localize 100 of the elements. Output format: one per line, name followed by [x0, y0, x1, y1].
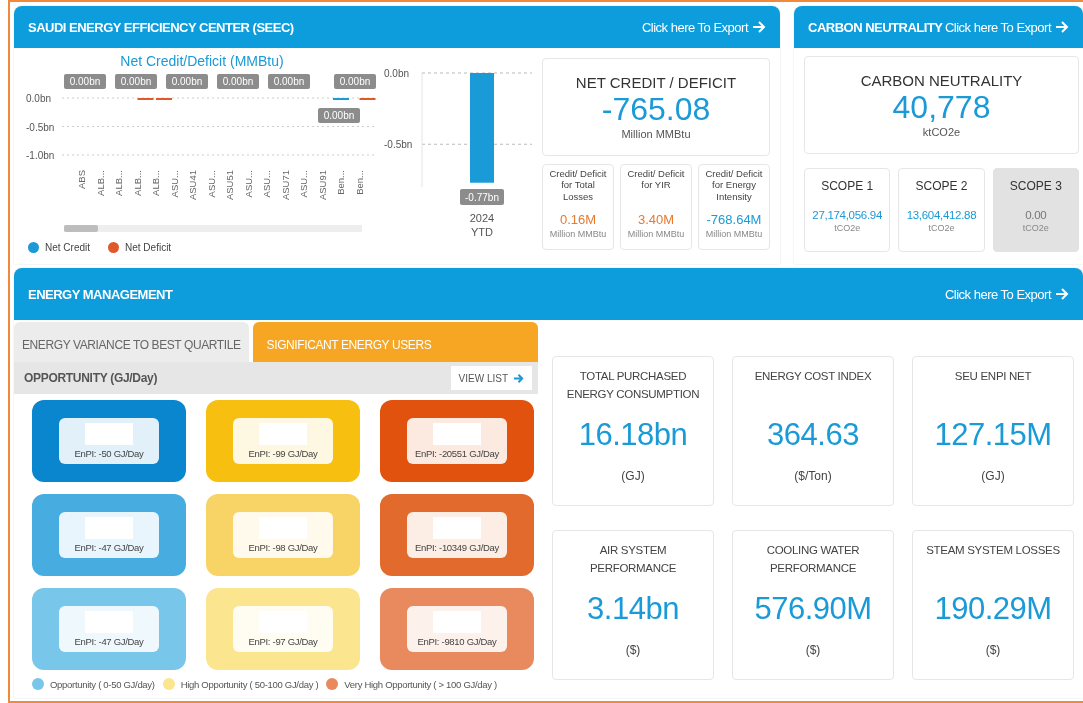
category-label: ASU91	[316, 170, 328, 201]
metric-value: 576.90M	[754, 591, 872, 627]
category-label: Ben...	[353, 170, 365, 195]
legend-label: Very High Opportunity ( > 100 GJ/day )	[344, 678, 497, 690]
view-list-button[interactable]: VIEW LIST	[450, 366, 532, 390]
value-label: 0.00bn	[318, 108, 360, 123]
value-label: 0.00bn	[217, 74, 259, 89]
kpi-value: 40,778	[892, 89, 991, 126]
kpi-unit: Million MMBtu	[627, 229, 685, 239]
arrow-icon	[1055, 21, 1069, 33]
opportunity-tile[interactable]: EnPI: -99 GJ/Day	[206, 400, 360, 482]
scope-unit: tCO2e	[928, 223, 955, 233]
metric-unit: ($)	[805, 643, 821, 657]
enpi-label: EnPI: -97 GJ/Day	[248, 636, 318, 647]
category-label: ASU...	[168, 170, 180, 198]
scope-title: SCOPE 2	[915, 179, 968, 195]
arrow-icon	[1055, 288, 1069, 300]
legend-label: Net Credit	[45, 242, 90, 253]
axis-label: -0.5bn	[26, 121, 55, 133]
kpi-value: -765.08	[601, 91, 711, 128]
opportunity-tile[interactable]: EnPI: -50 GJ/Day	[32, 400, 186, 482]
enpi-label: EnPI: -20551 GJ/Day	[414, 448, 500, 459]
opportunity-tile[interactable]: EnPI: -9810 GJ/Day	[380, 588, 534, 670]
category-label: 2024	[469, 212, 495, 224]
redaction-block	[433, 423, 481, 445]
category-label: ALB...	[94, 170, 106, 196]
axis-label: -0.5bn	[384, 139, 413, 151]
metric-value: 127.15M	[934, 417, 1052, 453]
value-label: 0.00bn	[268, 74, 310, 89]
enpi-label: EnPI: -98 GJ/Day	[248, 542, 318, 553]
enpi-label: EnPI: -99 GJ/Day	[248, 448, 318, 459]
scope-title: SCOPE 3	[1009, 179, 1062, 195]
metric-title: AIR SYSTEM PERFORMANCE	[588, 543, 678, 577]
arrow-icon	[513, 372, 524, 384]
metric-value: 3.14bn	[587, 591, 679, 627]
kpi-value: 3.40M	[637, 212, 675, 227]
kpi-title: CARBON NEUTRALITY	[860, 72, 1023, 89]
tab[interactable]: ENERGY VARIANCE TO BEST QUARTILE	[14, 322, 249, 362]
category-label: ABS	[76, 170, 87, 189]
scroll-bar[interactable]	[64, 225, 362, 232]
enpi-label: EnPI: -47 GJ/Day	[74, 542, 144, 553]
category-label: ASU41	[187, 170, 198, 201]
enpi-label: EnPI: -47 GJ/Day	[74, 636, 144, 647]
kpi-unit: Million MMBtu	[621, 128, 691, 140]
metric-value: 364.63	[767, 417, 859, 453]
category-label: ALB...	[150, 170, 161, 196]
kpi-title: Credit/ Deficit for Energy Intensity	[704, 168, 764, 204]
category-label: ASU71	[279, 170, 291, 201]
opportunity-tile[interactable]: EnPI: -10349 GJ/Day	[380, 494, 534, 576]
metric-value: 16.18bn	[578, 417, 688, 453]
scope-unit: tCO2e	[834, 223, 861, 233]
panel-title: SAUDI ENERGY EFFICIENCY CENTER (SEEC)	[28, 19, 294, 35]
kpi-value: -768.64M	[706, 212, 762, 227]
opportunity-tile[interactable]: EnPI: -47 GJ/Day	[32, 588, 186, 670]
axis-label: 0.0bn	[26, 93, 52, 104]
kpi-title: Credit/ Deficit for Total Losses	[548, 168, 608, 204]
category-label: ALB...	[113, 170, 124, 196]
redaction-block	[259, 423, 307, 445]
panel-title: ENERGY MANAGEMENT	[28, 286, 173, 302]
value-label: -0.77bn	[460, 189, 504, 205]
metric-title: SEU ENPI NET	[954, 369, 1032, 384]
axis-title: YTD	[471, 226, 493, 238]
opportunity-tile[interactable]: EnPI: -20551 GJ/Day	[380, 400, 534, 482]
scope-unit: tCO2e	[1022, 223, 1049, 233]
kpi-value: 0.16M	[559, 212, 597, 227]
legend-label: Net Deficit	[125, 242, 172, 253]
category-label: ASU...	[205, 170, 217, 198]
metric-value: 190.29M	[934, 591, 1052, 627]
metric-unit: (GJ)	[981, 469, 1005, 483]
panel-title: CARBON NEUTRALITY	[808, 19, 943, 35]
category-label: Ben...	[335, 170, 346, 195]
metric-unit: (GJ)	[621, 469, 645, 483]
value-label: 0.00bn	[334, 74, 376, 89]
category-label: ASU...	[261, 170, 272, 198]
legend-label: Opportunity ( 0-50 GJ/day)	[50, 678, 155, 690]
opportunity-tile[interactable]: EnPI: -97 GJ/Day	[206, 588, 360, 670]
category-label: ASU...	[242, 170, 254, 198]
axis-label: -1.0bn	[26, 150, 55, 161]
metric-title: TOTAL PURCHASED ENERGY CONSUMPTION	[565, 369, 701, 403]
value-label: 0.00bn	[64, 74, 106, 89]
kpi-unit: Million MMBtu	[705, 229, 763, 239]
value-label: 0.00bn	[166, 74, 208, 89]
arrow-icon	[752, 21, 766, 33]
redaction-block	[85, 423, 133, 445]
metric-title: COOLING WATER PERFORMANCE	[765, 543, 861, 577]
category-label: ASU...	[298, 170, 309, 198]
value-label: 0.00bn	[115, 74, 157, 89]
section-title: OPPORTUNITY (GJ/Day)	[24, 371, 158, 385]
scope-value: 27,174,056.94	[812, 209, 882, 221]
chart-title: Net Credit/Deficit (MMBtu)	[120, 53, 284, 69]
opportunity-tile[interactable]: EnPI: -47 GJ/Day	[32, 494, 186, 576]
kpi-title: Credit/ Deficit for YIR	[626, 168, 686, 193]
kpi-title: NET CREDIT / DEFICIT	[575, 74, 737, 91]
kpi-unit: Million MMBtu	[549, 229, 607, 239]
axis-label: 0.0bn	[384, 68, 410, 79]
opportunity-tile[interactable]: EnPI: -98 GJ/Day	[206, 494, 360, 576]
legend-label: High Opportunity ( 50-100 GJ/day )	[180, 678, 319, 690]
redaction-block	[433, 517, 481, 539]
metric-title: ENERGY COST INDEX	[754, 369, 872, 384]
category-label: ALB...	[131, 170, 143, 196]
